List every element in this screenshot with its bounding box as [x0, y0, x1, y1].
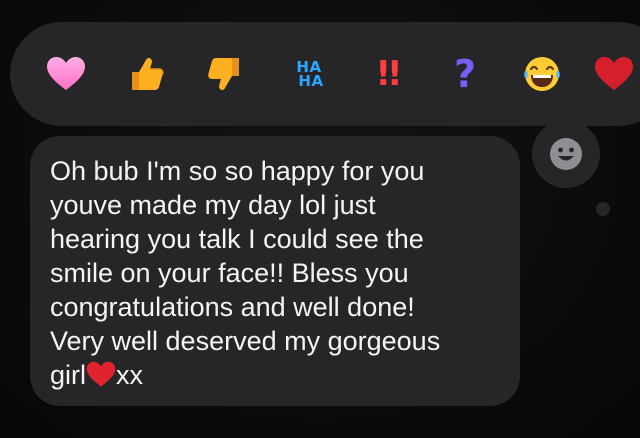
reaction-laughing-button[interactable] — [520, 52, 564, 96]
thumbs-up-icon — [132, 57, 164, 90]
reaction-like-button[interactable] — [124, 52, 168, 96]
double-exclamation-icon: !! — [375, 54, 402, 94]
message-bubble[interactable]: Oh bub I'm so so happy for you youve mad… — [30, 136, 520, 406]
add-emoji-button[interactable] — [532, 120, 600, 188]
reaction-question-button[interactable]: ? — [443, 52, 487, 96]
question-mark-icon: ? — [453, 52, 477, 96]
message-suffix: xx — [116, 360, 144, 390]
messages-screen: HA HA !! ? Oh bub I'm so so happy for yo… — [0, 0, 640, 438]
haha-icon: HA HA — [296, 58, 324, 90]
message-text: Oh bub I'm so so happy for you youve mad… — [50, 154, 500, 396]
thumbs-down-icon — [208, 58, 239, 91]
tapback-reaction-bar: HA HA !! ? — [10, 22, 640, 126]
message-body: Oh bub I'm so so happy for you youve mad… — [50, 156, 441, 390]
red-heart-icon — [86, 361, 116, 396]
thought-bubble-tail — [596, 202, 610, 216]
heart-icon — [47, 57, 85, 90]
reaction-heart-button[interactable] — [44, 52, 88, 96]
reaction-haha-button[interactable]: HA HA — [287, 52, 331, 96]
smiley-icon — [550, 138, 582, 170]
reaction-red-heart-button[interactable] — [592, 52, 636, 96]
reaction-emphasize-button[interactable]: !! — [365, 52, 409, 96]
laughing-face-icon — [524, 57, 560, 91]
red-heart-icon — [595, 57, 633, 90]
reaction-dislike-button[interactable] — [203, 52, 247, 96]
